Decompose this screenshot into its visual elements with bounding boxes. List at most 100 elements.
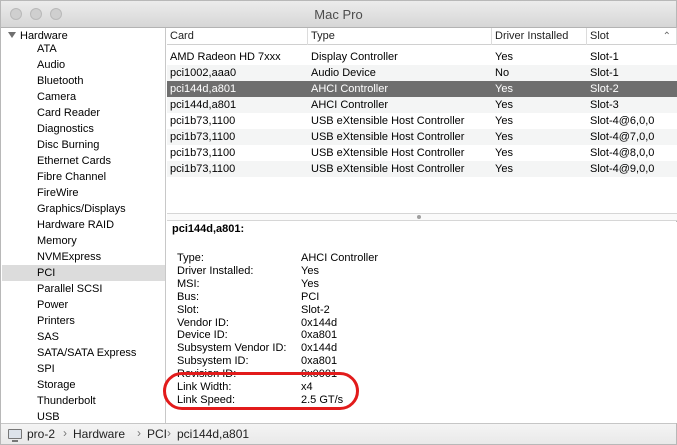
sidebar-item-camera[interactable]: Camera <box>37 89 76 105</box>
table-cell: Slot-3 <box>590 99 619 111</box>
path-bar: pro-2 › Hardware › PCI › pci144d,a801 <box>1 423 676 444</box>
table-cell: USB eXtensible Host Controller <box>311 163 465 175</box>
table-cell: USB eXtensible Host Controller <box>311 131 465 143</box>
table-cell: Yes <box>495 147 513 159</box>
sidebar-item-ethernet-cards[interactable]: Ethernet Cards <box>37 153 111 169</box>
path-crumb[interactable]: PCI <box>147 427 167 441</box>
path-crumb[interactable]: pro-2 <box>27 427 55 441</box>
table-cell: Yes <box>495 99 513 111</box>
table-row[interactable]: pci144d,a801 AHCI Controller Yes Slot-3 <box>167 97 677 113</box>
table-row[interactable]: pci1b73,1100 USB eXtensible Host Controll… <box>167 161 677 177</box>
detail-field-label: Bus: <box>177 290 200 303</box>
table-row[interactable]: AMD Radeon HD 7xxx Display Controller Yes S… <box>167 49 677 65</box>
table-row[interactable]: pci1b73,1100 USB eXtensible Host Controll… <box>167 145 677 161</box>
window-title: Mac Pro <box>314 7 363 22</box>
detail-field-label: Subsystem ID: <box>177 355 249 368</box>
table-cell: Slot-4@9,0,0 <box>590 163 655 175</box>
detail-field-label: Slot: <box>177 303 200 316</box>
table-row[interactable]: pci1b73,1100 USB eXtensible Host Controll… <box>167 113 677 129</box>
sidebar-item-nvmexpress[interactable]: NVMExpress <box>37 249 101 265</box>
table-cell: Yes <box>495 83 513 95</box>
sidebar-item-disc-burning[interactable]: Disc Burning <box>37 137 99 153</box>
table-cell: Slot-4@7,0,0 <box>590 131 655 143</box>
sort-chevron-icon[interactable]: ⌃ <box>663 31 671 42</box>
detail-field-label: Driver Installed: <box>177 264 254 277</box>
split-view-divider[interactable] <box>167 213 677 221</box>
detail-field-value: Yes <box>301 277 319 290</box>
disclosure-triangle-icon[interactable] <box>8 32 16 38</box>
sidebar-item-power[interactable]: Power <box>37 297 68 313</box>
pci-device-table[interactable]: Card Type Driver Installed Slot ⌃ AMD Radeon… <box>167 28 677 213</box>
table-cell: AHCI Controller <box>311 99 389 111</box>
column-header-type[interactable]: Type <box>308 28 492 45</box>
table-cell: pci1b73,1100 <box>170 115 236 127</box>
title-bar[interactable]: Mac Pro <box>1 1 676 28</box>
column-header-driver-installed[interactable]: Driver Installed <box>492 28 587 45</box>
detail-field-value: 0xa801 <box>301 355 338 368</box>
detail-field-value: Slot-2 <box>301 303 330 316</box>
table-cell: USB eXtensible Host Controller <box>311 115 465 127</box>
sidebar-item-sas[interactable]: SAS <box>37 329 59 345</box>
detail-field-label: Type: <box>177 252 204 264</box>
detail-field-value: PCI <box>301 290 320 303</box>
detail-field-value: 0xa801 <box>301 329 338 342</box>
table-cell: AHCI Controller <box>311 83 389 95</box>
table-cell: Display Controller <box>311 51 398 63</box>
table-cell: Yes <box>495 163 513 175</box>
sidebar[interactable]: Hardware ATA Audio Bluetooth Camera Card Rea… <box>1 28 166 423</box>
sidebar-item-printers[interactable]: Printers <box>37 313 75 329</box>
table-cell: USB eXtensible Host Controller <box>311 147 465 159</box>
table-row[interactable]: pci1002,aaa0 Audio Device No Slot-1 <box>167 65 677 81</box>
path-separator-icon: › <box>137 426 141 440</box>
path-separator-icon: › <box>63 426 67 440</box>
sidebar-item-card-reader[interactable]: Card Reader <box>37 105 100 121</box>
sidebar-item-memory[interactable]: Memory <box>37 233 77 249</box>
table-cell: Audio Device <box>311 67 376 79</box>
table-cell: Slot-1 <box>590 51 619 63</box>
sidebar-item-diagnostics[interactable]: Diagnostics <box>37 121 94 137</box>
table-cell: pci144d,a801 <box>170 83 237 95</box>
table-row[interactable]: pci144d,a801 AHCI Controller Yes Slot-2 <box>167 81 677 97</box>
divider-handle-icon[interactable] <box>417 215 421 219</box>
column-header-card[interactable]: Card <box>167 28 308 45</box>
table-cell: Slot-4@8,0,0 <box>590 147 655 159</box>
sidebar-item-parallel-scsi[interactable]: Parallel SCSI <box>37 281 102 297</box>
table-cell: pci1b73,1100 <box>170 131 236 143</box>
red-highlight-annotation <box>163 372 359 410</box>
table-cell: Yes <box>495 115 513 127</box>
sidebar-item-usb[interactable]: USB <box>37 409 60 423</box>
detail-field-value: 0x144d <box>301 342 338 355</box>
table-cell: Yes <box>495 51 513 63</box>
sidebar-item-firewire[interactable]: FireWire <box>37 185 79 201</box>
sidebar-item-bluetooth[interactable]: Bluetooth <box>37 73 83 89</box>
table-cell: pci1b73,1100 <box>170 163 236 175</box>
table-cell: pci144d,a801 <box>170 99 237 111</box>
sidebar-item-audio[interactable]: Audio <box>37 57 65 73</box>
table-cell: Slot-4@6,0,0 <box>590 115 655 127</box>
sidebar-item-pci[interactable]: PCI <box>37 265 55 281</box>
table-row[interactable]: pci1b73,1100 USB eXtensible Host Controll… <box>167 129 677 145</box>
sidebar-item-storage[interactable]: Storage <box>37 377 76 393</box>
table-cell: Yes <box>495 131 513 143</box>
path-crumb[interactable]: Hardware <box>73 427 125 441</box>
sidebar-item-graphics-displays[interactable]: Graphics/Displays <box>37 201 126 217</box>
sidebar-item-thunderbolt[interactable]: Thunderbolt <box>37 393 96 409</box>
sidebar-item-hardware-raid[interactable]: Hardware RAID <box>37 217 114 233</box>
path-crumb[interactable]: pci144d,a801 <box>177 427 249 441</box>
table-cell: AMD Radeon HD 7xxx <box>170 51 281 63</box>
detail-field-value: Yes <box>301 264 319 277</box>
detail-field-label: Subsystem Vendor ID: <box>177 342 287 355</box>
table-cell: pci1b73,1100 <box>170 147 236 159</box>
sidebar-item-sata-sata-express[interactable]: SATA/SATA Express <box>37 345 136 361</box>
sidebar-selection-highlight <box>2 265 165 281</box>
table-header: Card Type Driver Installed Slot ⌃ <box>167 28 677 45</box>
computer-icon <box>8 429 22 442</box>
table-cell: Slot-1 <box>590 67 619 79</box>
sidebar-item-spi[interactable]: SPI <box>37 361 55 377</box>
table-cell: Slot-2 <box>590 83 619 95</box>
detail-field-value: AHCI Controller <box>301 252 379 264</box>
sidebar-item-ata[interactable]: ATA <box>37 41 57 57</box>
path-separator-icon: › <box>167 426 171 440</box>
detail-heading: pci144d,a801: <box>172 223 245 235</box>
sidebar-item-fibre-channel[interactable]: Fibre Channel <box>37 169 106 185</box>
